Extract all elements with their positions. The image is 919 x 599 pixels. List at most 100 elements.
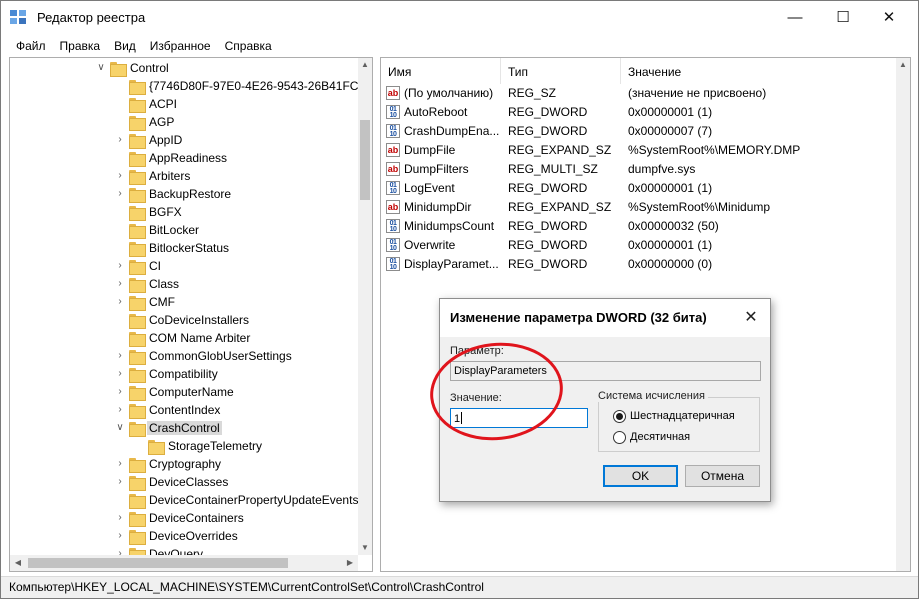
tree-item[interactable]: › CMF: [10, 293, 358, 311]
column-header-name[interactable]: Имя: [381, 58, 501, 84]
tree-item[interactable]: › ComputerName: [10, 383, 358, 401]
expand-chevron-icon[interactable]: ›: [115, 512, 125, 524]
value-data: 0x00000001 (1): [628, 181, 713, 195]
dialog-title-bar[interactable]: Изменение параметра DWORD (32 бита) ✕: [440, 299, 770, 337]
tree-item[interactable]: › BackupRestore: [10, 185, 358, 203]
collapse-chevron-icon[interactable]: ∨: [115, 422, 125, 434]
list-item[interactable]: ab (По умолчанию) REG_SZ (значение не присв…: [381, 84, 896, 103]
tree-item[interactable]: BGFX: [10, 203, 358, 221]
tree-item[interactable]: › Arbiters: [10, 167, 358, 185]
cancel-button[interactable]: Отмена: [685, 465, 760, 487]
tree-scroll-thumb[interactable]: [360, 120, 370, 200]
menu-edit[interactable]: Правка: [53, 35, 108, 57]
radix-group-label: Система исчисления: [595, 390, 708, 402]
expand-chevron-icon[interactable]: ›: [115, 404, 125, 416]
value-data: 0x00000001 (1): [628, 105, 713, 119]
tree-horizontal-scrollbar[interactable]: ◀ ▶: [10, 555, 358, 571]
expand-chevron-icon[interactable]: ›: [115, 530, 125, 542]
tree-item[interactable]: AGP: [10, 113, 358, 131]
tree-item[interactable]: COM Name Arbiter: [10, 329, 358, 347]
maximize-button[interactable]: ☐: [820, 1, 866, 33]
value-name: MinidumpsCount: [404, 219, 495, 233]
tree-item[interactable]: › Class: [10, 275, 358, 293]
value-type: REG_SZ: [508, 86, 557, 100]
menu-help[interactable]: Справка: [218, 35, 279, 57]
close-window-button[interactable]: ✕: [866, 1, 912, 33]
radio-decimal[interactable]: Десятичная: [613, 429, 690, 445]
tree-item[interactable]: › CI: [10, 257, 358, 275]
folder-icon: [129, 348, 146, 365]
tree-item[interactable]: ∨ CrashControl: [10, 419, 358, 437]
menu-favorites[interactable]: Избранное: [143, 35, 218, 57]
menu-view[interactable]: Вид: [107, 35, 143, 57]
tree-item[interactable]: ACPI: [10, 95, 358, 113]
tree-item[interactable]: › Compatibility: [10, 365, 358, 383]
list-vertical-scrollbar[interactable]: ▲: [896, 58, 910, 571]
value-type: REG_DWORD: [508, 105, 588, 119]
tree-item[interactable]: StorageTelemetry: [10, 437, 358, 455]
ok-button[interactable]: OK: [603, 465, 678, 487]
column-header-type[interactable]: Тип: [501, 58, 621, 84]
scroll-down-icon[interactable]: ▼: [358, 541, 372, 555]
tree-item-label: Control: [130, 61, 169, 75]
expand-chevron-icon[interactable]: ›: [115, 260, 125, 272]
tree-item[interactable]: BitLocker: [10, 221, 358, 239]
value-type: REG_DWORD: [508, 257, 588, 271]
value-type: REG_EXPAND_SZ: [508, 143, 612, 157]
expand-chevron-icon[interactable]: ›: [115, 476, 125, 488]
value-name: MinidumpDir: [404, 200, 472, 214]
expand-chevron-icon[interactable]: ›: [115, 350, 125, 362]
binary-value-icon: 01 10: [386, 124, 400, 138]
radio-selected-icon[interactable]: [613, 409, 626, 423]
list-item[interactable]: ab MinidumpDir REG_EXPAND_SZ %SystemRoot%\M…: [381, 198, 896, 217]
tree-item[interactable]: BitlockerStatus: [10, 239, 358, 257]
title-bar[interactable]: Редактор реестра — ☐ ✕: [1, 1, 918, 33]
list-item[interactable]: 01 10 CrashDumpEna... REG_DWORD 0x00000007 …: [381, 122, 896, 141]
scroll-left-icon[interactable]: ◀: [10, 555, 26, 571]
scroll-right-icon[interactable]: ▶: [342, 555, 358, 571]
tree-item[interactable]: ∨ Control: [10, 59, 358, 77]
expand-chevron-icon[interactable]: ›: [115, 170, 125, 182]
list-item[interactable]: ab DumpFile REG_EXPAND_SZ %SystemRoot%\MEMO…: [381, 141, 896, 160]
tree-item[interactable]: DeviceContainerPropertyUpdateEvents: [10, 491, 358, 509]
tree-item[interactable]: › ContentIndex: [10, 401, 358, 419]
expand-chevron-icon[interactable]: ›: [115, 458, 125, 470]
expand-chevron-icon[interactable]: ›: [115, 134, 125, 146]
tree-item[interactable]: › DeviceContainers: [10, 509, 358, 527]
tree-item[interactable]: › DeviceOverrides: [10, 527, 358, 545]
minimize-button[interactable]: —: [772, 1, 818, 33]
expand-chevron-icon[interactable]: ›: [115, 188, 125, 200]
registry-tree[interactable]: ∨ Control {7746D80F-97E0-4E26-9543-26B41FC…: [9, 57, 373, 572]
dialog-close-icon[interactable]: ✕: [740, 307, 762, 329]
expand-chevron-icon[interactable]: ›: [115, 368, 125, 380]
expand-chevron-icon[interactable]: ›: [115, 278, 125, 290]
tree-item[interactable]: › AppID: [10, 131, 358, 149]
tree-item[interactable]: › DeviceClasses: [10, 473, 358, 491]
expand-chevron-icon[interactable]: ›: [115, 386, 125, 398]
list-item[interactable]: 01 10 AutoReboot REG_DWORD 0x00000001 (1): [381, 103, 896, 122]
tree-hscroll-thumb[interactable]: [28, 558, 288, 568]
menu-file[interactable]: Файл: [9, 35, 53, 57]
tree-item[interactable]: › Cryptography: [10, 455, 358, 473]
tree-item[interactable]: {7746D80F-97E0-4E26-9543-26B41FC22F: [10, 77, 372, 95]
scroll-up-icon[interactable]: ▲: [358, 58, 372, 72]
collapse-chevron-icon[interactable]: ∨: [96, 62, 106, 74]
folder-icon: [129, 150, 146, 167]
scroll-up-icon[interactable]: ▲: [896, 58, 910, 72]
tree-vertical-scrollbar[interactable]: ▲ ▼: [358, 58, 372, 555]
column-header-value[interactable]: Значение: [621, 58, 896, 84]
expand-chevron-icon[interactable]: ›: [115, 296, 125, 308]
value-name: LogEvent: [404, 181, 455, 195]
list-item[interactable]: 01 10 Overwrite REG_DWORD 0x00000001 (1): [381, 236, 896, 255]
list-item[interactable]: 01 10 LogEvent REG_DWORD 0x00000001 (1): [381, 179, 896, 198]
tree-item[interactable]: AppReadiness: [10, 149, 358, 167]
list-item[interactable]: ab DumpFilters REG_MULTI_SZ dumpfve.sys: [381, 160, 896, 179]
tree-item[interactable]: › CommonGlobUserSettings: [10, 347, 358, 365]
list-item[interactable]: 01 10 DisplayParamet... REG_DWORD 0x0000000…: [381, 255, 896, 274]
value-data-input[interactable]: 1: [450, 408, 588, 428]
radio-empty-icon[interactable]: [613, 430, 626, 444]
list-item[interactable]: 01 10 MinidumpsCount REG_DWORD 0x00000032 (…: [381, 217, 896, 236]
tree-item[interactable]: CoDeviceInstallers: [10, 311, 358, 329]
radio-hexadecimal[interactable]: Шестнадцатеричная: [613, 408, 735, 424]
status-bar: Компьютер\HKEY_LOCAL_MACHINE\SYSTEM\Curr…: [1, 576, 918, 598]
